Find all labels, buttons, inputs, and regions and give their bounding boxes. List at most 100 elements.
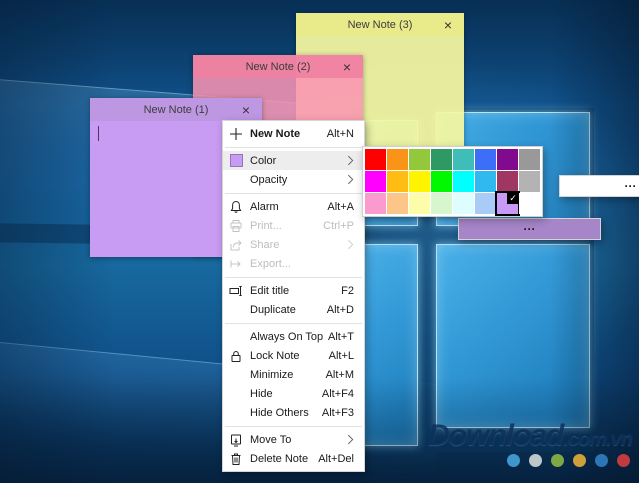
menu-item-label: Lock Note <box>250 349 300 362</box>
color-swatch[interactable] <box>475 193 496 214</box>
color-swatch[interactable] <box>409 193 430 214</box>
chevron-right-icon <box>347 434 354 445</box>
watermark-dot <box>595 454 608 467</box>
menu-item-shortcut: Ctrl+P <box>323 219 354 232</box>
color-swatch[interactable] <box>365 149 386 170</box>
menu-item-always-on-top[interactable]: Always On Top Alt+T <box>223 327 364 346</box>
watermark-dot <box>617 454 630 467</box>
menu-item-opacity[interactable]: Opacity <box>223 170 364 189</box>
menu-separator <box>225 425 362 427</box>
color-palette-submenu: ✓ <box>362 146 543 217</box>
note-menu-button[interactable]: ··· <box>559 175 639 197</box>
color-swatch[interactable] <box>497 171 518 192</box>
menu-item-color[interactable]: Color <box>223 151 364 170</box>
menu-item-move-to[interactable]: Move To <box>223 430 364 449</box>
menu-item-label: Always On Top <box>250 330 324 343</box>
share-icon <box>229 238 243 252</box>
color-swatch[interactable] <box>365 171 386 192</box>
color-swatch[interactable] <box>453 193 474 214</box>
menu-item-shortcut: Alt+M <box>325 368 354 381</box>
plus-icon <box>229 127 243 141</box>
bell-icon <box>229 200 243 214</box>
menu-item-label: Export... <box>250 257 291 270</box>
note-titlebar[interactable]: New Note (2) ··· × <box>193 55 639 197</box>
menu-item-label: Hide Others <box>250 406 309 419</box>
menu-item-shortcut: Alt+Del <box>318 452 354 465</box>
color-swatch-selected[interactable]: ✓ <box>497 192 519 214</box>
chevron-right-icon <box>347 174 354 185</box>
checkmark-icon: ✓ <box>507 192 519 204</box>
watermark-dot <box>573 454 586 467</box>
color-swatch[interactable] <box>519 171 540 192</box>
color-swatch[interactable] <box>453 149 474 170</box>
watermark-dots <box>507 454 630 467</box>
menu-item-label: Edit title <box>250 284 290 297</box>
note-titlebar[interactable]: New Note (1) ··· × <box>90 98 601 240</box>
chevron-right-icon <box>347 155 354 166</box>
lock-icon <box>229 349 243 363</box>
note-menu-button[interactable]: ··· <box>458 218 601 240</box>
menu-item-share: Share <box>223 235 364 254</box>
watermark-dot <box>529 454 542 467</box>
menu-item-label: Print... <box>250 219 282 232</box>
color-swatch[interactable] <box>519 149 540 170</box>
menu-item-label: Minimize <box>250 368 294 381</box>
menu-item-label: Alarm <box>250 200 279 213</box>
menu-item-shortcut: Alt+T <box>328 330 354 343</box>
color-swatch[interactable] <box>453 171 474 192</box>
note-titlebar[interactable]: New Note (3) ··· × <box>296 13 464 36</box>
menu-item-delete-note[interactable]: Delete Note Alt+Del <box>223 449 364 468</box>
menu-item-hide-others[interactable]: Hide Others Alt+F3 <box>223 403 364 422</box>
color-swatch[interactable] <box>409 149 430 170</box>
printer-icon <box>229 219 243 233</box>
menu-separator <box>225 146 362 148</box>
color-swatch[interactable] <box>409 171 430 192</box>
menu-item-label: Delete Note <box>250 452 309 465</box>
color-swatch[interactable] <box>475 149 496 170</box>
menu-item-shortcut: Alt+L <box>328 349 354 362</box>
color-swatch[interactable] <box>387 171 408 192</box>
color-swatch[interactable] <box>387 193 408 214</box>
menu-item-label: Duplicate <box>250 303 296 316</box>
menu-item-shortcut: Alt+A <box>327 200 354 213</box>
menu-item-label: New Note <box>250 127 301 140</box>
color-swatch[interactable] <box>431 149 452 170</box>
color-swatch-icon <box>229 154 243 168</box>
menu-item-edit-title[interactable]: Edit title F2 <box>223 281 364 300</box>
menu-item-shortcut: Alt+F3 <box>321 406 354 419</box>
window-pane <box>356 244 418 446</box>
watermark-dot <box>551 454 564 467</box>
color-swatch[interactable] <box>475 171 496 192</box>
note-close-button[interactable]: × <box>438 13 458 36</box>
watermark-main: Download <box>428 419 564 452</box>
menu-separator <box>225 276 362 278</box>
menu-item-shortcut: Alt+D <box>326 303 354 316</box>
menu-separator <box>225 322 362 324</box>
trash-icon <box>229 452 243 466</box>
menu-item-label: Color <box>250 154 277 167</box>
color-swatch[interactable] <box>497 149 518 170</box>
watermark-dot <box>507 454 520 467</box>
menu-item-label: Move To <box>250 433 292 446</box>
menu-item-shortcut: Alt+F4 <box>321 387 354 400</box>
color-swatch[interactable] <box>431 171 452 192</box>
menu-item-alarm[interactable]: Alarm Alt+A <box>223 197 364 216</box>
move-to-icon <box>229 433 243 447</box>
menu-item-lock-note[interactable]: Lock Note Alt+L <box>223 346 364 365</box>
color-swatch[interactable] <box>519 193 540 214</box>
desktop: Download.com.vn New Note (3) ··· × New N… <box>0 0 639 483</box>
color-swatch[interactable] <box>387 149 408 170</box>
window-pane <box>436 244 590 428</box>
menu-item-label: Opacity <box>250 173 288 186</box>
menu-item-duplicate[interactable]: Duplicate Alt+D <box>223 300 364 319</box>
text-cursor <box>98 126 99 141</box>
note-close-button[interactable]: × <box>236 98 256 121</box>
color-swatch[interactable] <box>431 193 452 214</box>
menu-item-new-note[interactable]: New Note Alt+N <box>223 124 364 143</box>
menu-item-minimize[interactable]: Minimize Alt+M <box>223 365 364 384</box>
color-swatch[interactable] <box>365 193 386 214</box>
menu-item-export: Export... <box>223 254 364 273</box>
watermark-suffix: .com.vn <box>563 428 633 450</box>
menu-item-hide[interactable]: Hide Alt+F4 <box>223 384 364 403</box>
note-close-button[interactable]: × <box>337 55 357 78</box>
